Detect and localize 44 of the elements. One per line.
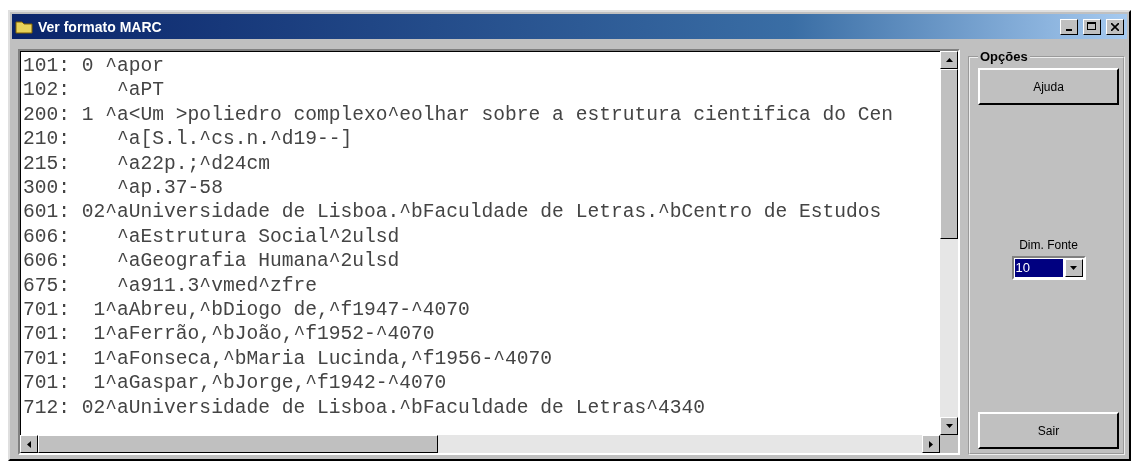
marc-record-line: 601: 02^aUniversidade de Lisboa.^bFaculdade de Letras.^bCentro de Estudos xyxy=(23,200,883,225)
marc-record-line: 675: ^a911.3^vmed^zfre xyxy=(23,273,318,299)
marc-record-line: 101: 0 ^apor xyxy=(23,54,166,79)
minimize-button[interactable] xyxy=(1060,18,1078,35)
up-arrow-icon xyxy=(945,58,953,62)
group-title: Opções xyxy=(979,49,1029,64)
scroll-thumb[interactable] xyxy=(38,435,438,453)
minimize-icon xyxy=(1066,28,1072,31)
scroll-left-button[interactable] xyxy=(20,435,38,453)
exit-button[interactable]: Sair xyxy=(978,412,1119,449)
marc-record-line: 701: 1^aFonseca,^bMaria Lucinda,^f1956-^4070 xyxy=(23,346,554,372)
marc-record-line: 200: 1 ^a<Um >poliedro complexo^eolhar sobre a estrutura cientifica do Cen xyxy=(23,102,895,128)
down-arrow-icon xyxy=(945,424,953,428)
vertical-scrollbar[interactable] xyxy=(940,51,958,435)
close-icon xyxy=(1111,22,1119,31)
scroll-down-button[interactable] xyxy=(940,417,958,435)
scrollbar-corner xyxy=(940,435,958,453)
font-size-dropdown[interactable]: 10 xyxy=(1011,255,1086,280)
scroll-thumb[interactable] xyxy=(940,69,958,239)
font-size-label: Dim. Fonte xyxy=(1019,237,1078,252)
marc-record-line: 701: 1^aGaspar,^bJorge,^f1942-^4070 xyxy=(23,371,448,396)
marc-record-line: 210: ^a[S.l.^cs.n.^d19--] xyxy=(23,127,354,152)
marc-record-line: 712: 02^aUniversidade de Lisboa.^bFaculdade de Letras^4340 xyxy=(23,395,706,421)
maximize-icon xyxy=(1087,22,1097,31)
marc-record-line: 606: ^aEstrutura Social^2ulsd xyxy=(23,224,401,250)
dropdown-button[interactable] xyxy=(1064,258,1083,277)
scroll-up-button[interactable] xyxy=(940,51,958,69)
down-arrow-icon xyxy=(1070,265,1077,270)
folder-icon xyxy=(15,19,33,34)
marc-record-line: 300: ^ap.37-58 xyxy=(23,176,224,201)
window-title: Ver formato MARC xyxy=(38,18,163,35)
left-arrow-icon xyxy=(27,440,31,448)
horizontal-scrollbar[interactable] xyxy=(20,435,940,453)
scroll-right-button[interactable] xyxy=(922,435,940,453)
marc-record-line: 215: ^a22p.;^d24cm xyxy=(23,151,271,177)
maximize-button[interactable] xyxy=(1083,18,1101,35)
right-arrow-icon xyxy=(929,440,933,448)
close-button[interactable] xyxy=(1106,18,1124,35)
help-button[interactable]: Ajuda xyxy=(978,68,1119,105)
marc-record-line: 102: ^aPT xyxy=(23,78,166,103)
marc-record-line: 701: 1^aAbreu,^bDiogo de,^f1947-^4070 xyxy=(23,298,471,323)
marc-record-line: 606: ^aGeografia Humana^2ulsd xyxy=(23,249,401,274)
marc-record-line: 701: 1^aFerrão,^bJoão,^f1952-^4070 xyxy=(23,322,436,347)
marc-text-area[interactable] xyxy=(18,49,960,455)
